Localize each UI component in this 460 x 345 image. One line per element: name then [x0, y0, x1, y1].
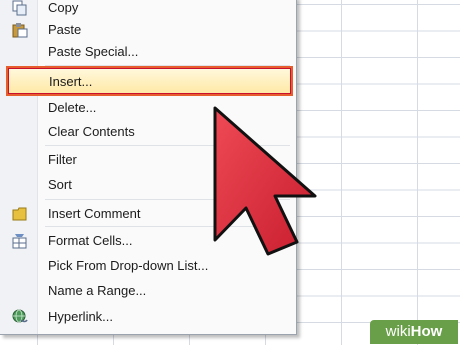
- menu-item-label: Clear Contents: [48, 124, 135, 139]
- menu-item-hyperlink[interactable]: Hyperlink...: [8, 305, 291, 329]
- menu-item-label: Format Cells...: [48, 233, 133, 248]
- menu-item-label: Paste Special...: [48, 44, 139, 59]
- menu-item-label: Copy: [48, 0, 79, 15]
- menu-item-label: Filter: [48, 152, 77, 167]
- menu-item-paste-special[interactable]: Paste Special...: [8, 40, 291, 64]
- format-cells-icon: [12, 233, 28, 249]
- comment-icon: [12, 206, 28, 222]
- menu-item-label: Insert...: [49, 74, 93, 89]
- copy-icon: [12, 0, 28, 16]
- menu-item-label: Hyperlink...: [48, 309, 114, 324]
- menu-item-label: Name a Range...: [48, 283, 147, 298]
- menu-separator: [45, 65, 290, 66]
- menu-item-label: Paste: [48, 22, 82, 37]
- paste-icon: [12, 22, 28, 38]
- menu-item-label: Sort: [48, 177, 72, 192]
- hyperlink-icon: [12, 309, 28, 325]
- menu-item-label: Insert Comment: [48, 206, 141, 221]
- menu-item-name-a-range[interactable]: Name a Range...: [8, 279, 291, 303]
- wikihow-logo: wikiHow: [370, 320, 458, 344]
- menu-item-copy[interactable]: Copy: [8, 0, 291, 20]
- wikihow-wiki-text: wiki: [385, 323, 411, 340]
- menu-item-paste[interactable]: Paste: [8, 18, 291, 42]
- wikihow-how-text: How: [410, 323, 443, 340]
- menu-item-label: Delete...: [48, 100, 97, 115]
- red-pointer-arrow-icon: [213, 106, 317, 256]
